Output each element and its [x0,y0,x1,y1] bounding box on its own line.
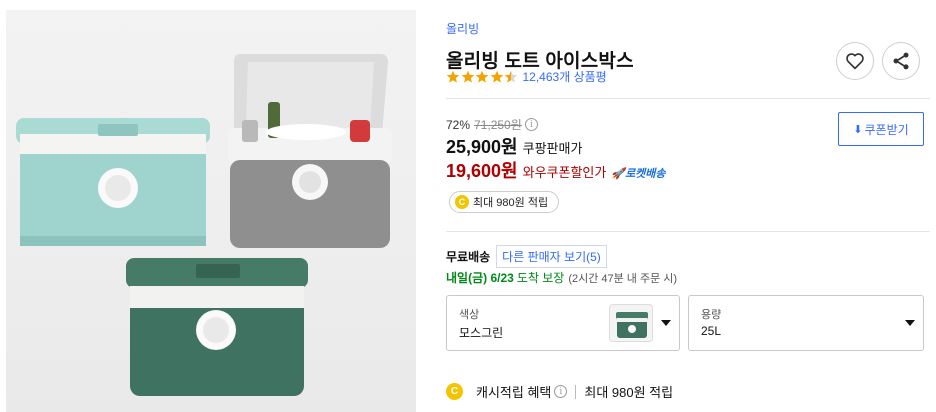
cash-benefit-row: C 캐시적립 혜택 i 최대 980원 적립 [446,382,673,401]
coupon-button-label: 쿠폰받기 [864,122,909,137]
rating-stars [446,70,519,84]
original-price: 71,250원 [474,118,522,132]
star-icon [446,70,460,83]
chevron-down-icon [905,320,915,326]
coin-icon: C [446,383,463,400]
sale-price-type: 쿠팡판매가 [522,141,583,156]
separator [575,384,577,399]
size-select-value: 25L [701,324,722,338]
discount-rate: 72% [446,117,471,132]
share-button[interactable] [882,42,920,80]
star-icon [461,70,474,83]
info-icon[interactable]: i [524,118,538,131]
review-count-link[interactable]: 12,463개 상품평 [523,68,607,85]
mint-cooler [16,118,210,246]
size-select[interactable]: 용량 25L [688,295,924,351]
coin-icon: C [455,195,469,209]
green-cooler [126,258,308,396]
arrival-guarantee: 도착 보장 [516,271,565,285]
product-image[interactable] [6,10,416,412]
rocket-delivery-badge: 🚀로켓배송 [611,165,665,181]
like-button[interactable] [836,42,874,80]
info-icon[interactable]: i [554,385,568,398]
chevron-down-icon [661,320,671,326]
divider [446,231,930,232]
cashback-badge-label: 최대 980원 적립 [473,197,549,209]
color-select[interactable]: 색상 모스그린 [446,295,680,351]
download-icon: ⬇ [853,123,863,136]
order-deadline: (2시간 47분 내 주문 시) [568,273,678,285]
wow-price-type: 와우쿠폰할인가 [522,165,607,180]
wow-price-row: 19,600원 와우쿠폰할인가 🚀로켓배송 [446,157,666,183]
sale-price: 25,900원 [446,137,518,157]
arrival-date: 내일(금) 6/23 [446,271,514,285]
rating-row[interactable]: 12,463개 상품평 [446,68,607,85]
share-icon [893,52,909,70]
green-cooler-thumb [616,312,648,338]
cashback-badge: C 최대 980원 적립 [449,191,560,213]
half-star-icon [504,70,518,83]
star-icon [490,70,503,83]
rocket-icon: 🚀 [611,168,626,180]
sale-price-row: 25,900원 쿠팡판매가 [446,133,582,159]
wow-price: 19,600원 [446,161,518,181]
delivery-row: 내일(금) 6/23 도착 보장 (2시간 47분 내 주문 시) [446,269,677,286]
size-select-label: 용량 [701,309,722,321]
cash-benefit-value: 최대 980원 적립 [584,385,674,400]
discount-row: 72% 71,250원 i [446,116,538,133]
ice-box-photo [16,54,392,396]
color-select-value: 모스그린 [459,326,504,340]
color-select-label: 색상 [459,309,480,321]
other-sellers-button[interactable]: 다른 판매자 보기(5) [496,245,607,268]
rocket-label: 로켓배송 [625,168,666,180]
star-icon [475,70,489,83]
gray-cooler [228,54,392,248]
heart-icon [846,53,864,70]
color-thumbnail [609,304,653,342]
coupon-download-button[interactable]: ⬇ 쿠폰받기 [838,112,924,146]
brand-link[interactable]: 올리빙 [446,20,479,37]
product-info-panel: 올리빙 올리빙 도트 아이스박스 12,463개 상품평 72% 71,250원 [446,0,930,412]
divider [446,98,930,99]
free-shipping-label: 무료배송 [446,250,491,264]
shipping-row: 무료배송 다른 판매자 보기(5) [446,245,607,268]
cash-benefit-label: 캐시적립 혜택 [476,385,552,400]
